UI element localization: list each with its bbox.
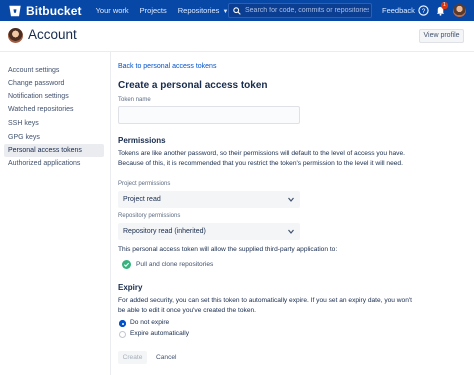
project-permissions-select[interactable]: Project read bbox=[118, 191, 300, 208]
cancel-button[interactable]: Cancel bbox=[156, 351, 177, 364]
sidebar: Account settings Change password Notific… bbox=[0, 52, 110, 375]
sidebar-item-authorized-applications[interactable]: Authorized applications bbox=[4, 157, 104, 170]
back-to-tokens-link[interactable]: Back to personal access tokens bbox=[118, 63, 216, 70]
expiry-description: For added security, you can set this tok… bbox=[118, 297, 412, 315]
bitbucket-logo[interactable]: Bitbucket bbox=[8, 4, 82, 18]
user-avatar-menu[interactable] bbox=[453, 4, 466, 17]
sidebar-item-account-settings[interactable]: Account settings bbox=[4, 64, 104, 77]
create-button[interactable]: Create bbox=[118, 351, 147, 364]
expiry-heading: Expiry bbox=[118, 283, 143, 292]
sidebar-divider bbox=[110, 52, 111, 375]
repository-permissions-select[interactable]: Repository read (inherited) bbox=[118, 223, 300, 240]
form-title: Create a personal access token bbox=[118, 80, 268, 91]
radio-do-not-expire[interactable] bbox=[119, 320, 126, 327]
sidebar-item-personal-access-tokens[interactable]: Personal access tokens bbox=[4, 144, 104, 157]
repository-permissions-label: Repository permissions bbox=[118, 213, 181, 219]
radio-expire-automatically[interactable] bbox=[119, 331, 126, 338]
bitbucket-icon bbox=[9, 5, 21, 16]
allow-description: This personal access token will allow th… bbox=[118, 246, 338, 253]
sidebar-item-change-password[interactable]: Change password bbox=[4, 77, 104, 90]
chevron-down-icon bbox=[288, 197, 294, 202]
chevron-down-icon bbox=[288, 229, 294, 234]
repository-permissions-value: Repository read (inherited) bbox=[123, 228, 206, 235]
feedback-link[interactable]: Feedback bbox=[382, 0, 415, 21]
project-permissions-label: Project permissions bbox=[118, 181, 171, 187]
permissions-description: Tokens are like another password, so the… bbox=[118, 150, 405, 168]
radio-label-do-not-expire[interactable]: Do not expire bbox=[130, 319, 169, 326]
radio-label-expire-automatically[interactable]: Expire automatically bbox=[130, 330, 189, 337]
view-profile-button[interactable]: View profile bbox=[419, 29, 464, 43]
sidebar-item-gpg-keys[interactable]: GPG keys bbox=[4, 131, 104, 144]
nav-repositories[interactable]: Repositories ▼ bbox=[178, 6, 229, 15]
check-circle-icon bbox=[122, 260, 131, 269]
search-box[interactable] bbox=[228, 3, 372, 18]
token-name-label: Token name bbox=[118, 97, 151, 103]
nav-repositories-label: Repositories bbox=[177, 6, 220, 15]
nav-your-work[interactable]: Your work bbox=[96, 6, 129, 15]
search-input[interactable] bbox=[245, 7, 369, 14]
help-icon[interactable]: ? bbox=[418, 5, 429, 16]
avatar bbox=[8, 28, 23, 43]
permissions-heading: Permissions bbox=[118, 136, 166, 145]
notification-badge: 1 bbox=[441, 2, 448, 9]
token-name-input[interactable] bbox=[118, 106, 300, 124]
page-title: Account bbox=[28, 27, 77, 42]
search-icon bbox=[233, 6, 241, 15]
project-permissions-value: Project read bbox=[123, 196, 161, 203]
top-navigation-bar: Bitbucket Your work Projects Repositorie… bbox=[0, 0, 474, 21]
sidebar-item-ssh-keys[interactable]: SSH keys bbox=[4, 117, 104, 130]
nav-projects[interactable]: Projects bbox=[140, 6, 167, 15]
sidebar-item-watched-repositories[interactable]: Watched repositories bbox=[4, 103, 104, 116]
brand-name: Bitbucket bbox=[26, 3, 82, 18]
account-header: Account View profile bbox=[0, 21, 474, 51]
sidebar-item-notification-settings[interactable]: Notification settings bbox=[4, 90, 104, 103]
allowed-action: Pull and clone repositories bbox=[136, 261, 214, 268]
svg-text:?: ? bbox=[422, 8, 426, 15]
